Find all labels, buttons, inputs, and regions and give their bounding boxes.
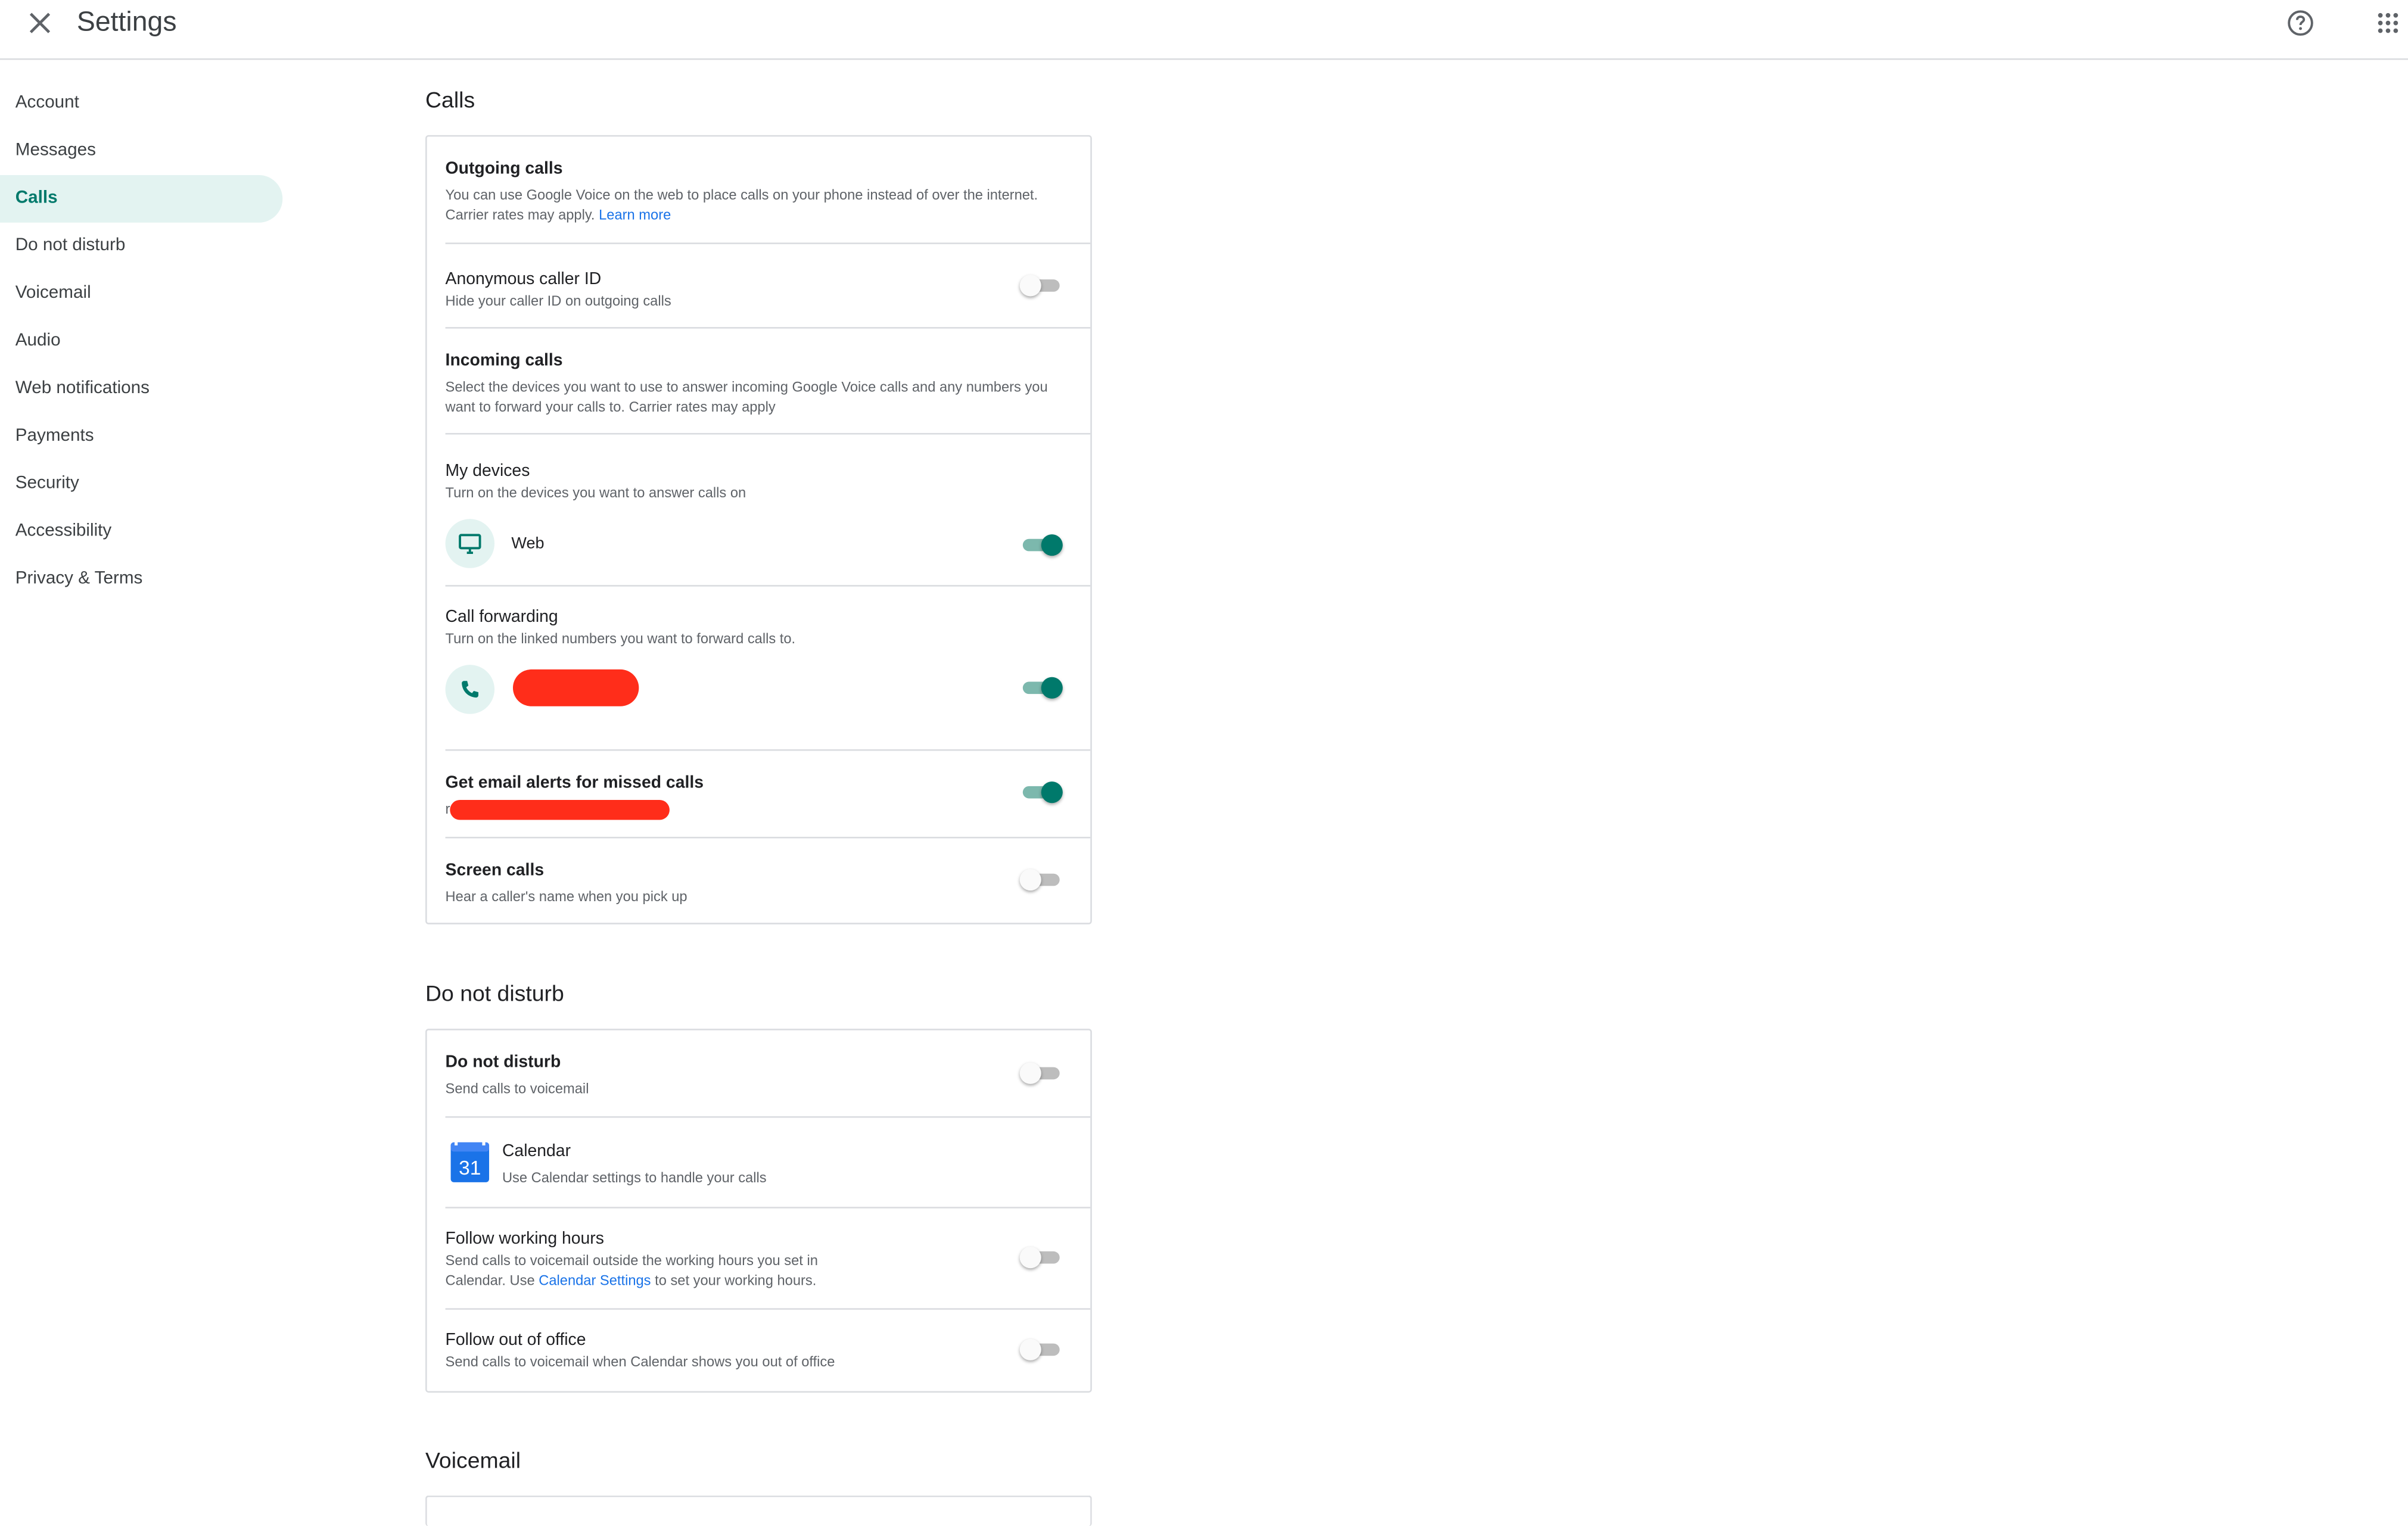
sidebar-item-account[interactable]: Account bbox=[0, 80, 282, 127]
voicemail-card bbox=[425, 1495, 1092, 1526]
working-hours-desc: Send calls to voicemail outside the work… bbox=[446, 1251, 876, 1290]
toggle-thumb bbox=[1019, 275, 1041, 297]
incoming-calls-row: Incoming calls Select the devices you wa… bbox=[445, 329, 1091, 435]
sidebar-item-payments[interactable]: Payments bbox=[0, 413, 282, 460]
email-alerts-title: Get email alerts for missed calls bbox=[445, 774, 704, 793]
email-alerts-toggle[interactable] bbox=[1020, 781, 1063, 804]
phone-icon bbox=[462, 681, 478, 698]
outgoing-calls-row: Outgoing calls You can use Google Voice … bbox=[445, 136, 1091, 244]
close-button[interactable] bbox=[21, 6, 58, 40]
calendar-title: Calendar bbox=[502, 1142, 571, 1161]
email-alerts-row: Get email alerts for missed calls r bbox=[445, 751, 1091, 839]
toggle-thumb bbox=[1019, 1247, 1041, 1269]
call-forwarding-desc: Turn on the linked numbers you want to f… bbox=[445, 631, 796, 647]
toggle-thumb bbox=[1019, 1062, 1041, 1084]
dnd-card: Do not disturb Send calls to voicemail 3… bbox=[425, 1029, 1092, 1393]
calls-card: Outgoing calls You can use Google Voice … bbox=[425, 135, 1092, 924]
outgoing-calls-title: Outgoing calls bbox=[445, 160, 563, 179]
call-forwarding-row: Call forwarding Turn on the linked numbe… bbox=[445, 587, 1091, 751]
working-hours-toggle[interactable] bbox=[1019, 1247, 1063, 1269]
dnd-row: Do not disturb Send calls to voicemail bbox=[445, 1030, 1091, 1118]
working-hours-desc-after: to set your working hours. bbox=[651, 1272, 817, 1288]
top-bar: Settings bbox=[0, 0, 2408, 60]
redacted-email-address bbox=[450, 800, 670, 820]
out-of-office-desc: Send calls to voicemail when Calendar sh… bbox=[445, 1354, 835, 1370]
calendar-settings-link[interactable]: Calendar Settings bbox=[539, 1272, 651, 1288]
sidebar-item-messages[interactable]: Messages bbox=[0, 127, 282, 175]
toggle-thumb bbox=[1041, 534, 1063, 556]
monitor-icon bbox=[459, 534, 481, 554]
working-hours-title: Follow working hours bbox=[445, 1229, 604, 1248]
outgoing-calls-desc: You can use Google Voice on the web to p… bbox=[446, 186, 1075, 224]
anonymous-caller-id-desc: Hide your caller ID on outgoing calls bbox=[445, 293, 671, 309]
outgoing-calls-desc-text: You can use Google Voice on the web to p… bbox=[445, 187, 1038, 222]
forwarding-icon-badge bbox=[445, 665, 495, 714]
calendar-row[interactable]: 31 Calendar Use Calendar settings to han… bbox=[445, 1118, 1091, 1209]
close-icon bbox=[29, 13, 51, 33]
my-devices-row: My devices Turn on the devices you want … bbox=[445, 435, 1091, 587]
toggle-thumb bbox=[1019, 1338, 1041, 1360]
settings-page: Settings Account Messages Calls Do not d… bbox=[0, 0, 2408, 1526]
toggle-thumb bbox=[1019, 869, 1041, 891]
apps-grid-icon bbox=[2378, 13, 2398, 33]
sidebar-item-do-not-disturb[interactable]: Do not disturb bbox=[0, 223, 282, 270]
calendar-desc: Use Calendar settings to handle your cal… bbox=[502, 1170, 767, 1186]
learn-more-link[interactable]: Learn more bbox=[599, 207, 671, 222]
help-button[interactable] bbox=[2283, 6, 2317, 40]
device-web-label: Web bbox=[511, 534, 545, 553]
toggle-thumb bbox=[1041, 781, 1063, 804]
sidebar-item-calls[interactable]: Calls bbox=[0, 175, 283, 223]
screen-calls-toggle[interactable] bbox=[1019, 869, 1063, 891]
out-of-office-title: Follow out of office bbox=[445, 1331, 586, 1350]
sidebar: Account Messages Calls Do not disturb Vo… bbox=[0, 80, 283, 603]
dnd-section-title: Do not disturb bbox=[425, 982, 564, 1008]
redacted-phone-number bbox=[512, 669, 639, 706]
screen-calls-row: Screen calls Hear a caller's name when y… bbox=[427, 838, 1091, 924]
call-forwarding-toggle[interactable] bbox=[1020, 677, 1063, 699]
toggle-thumb bbox=[1041, 677, 1063, 699]
anonymous-caller-id-toggle[interactable] bbox=[1019, 275, 1063, 297]
screen-calls-desc: Hear a caller's name when you pick up bbox=[445, 889, 687, 905]
screen-calls-title: Screen calls bbox=[445, 861, 545, 880]
apps-button[interactable] bbox=[2371, 6, 2405, 40]
calls-section-title: Calls bbox=[425, 89, 475, 114]
call-forwarding-title: Call forwarding bbox=[445, 608, 558, 627]
device-icon-badge bbox=[445, 519, 495, 568]
sidebar-item-audio[interactable]: Audio bbox=[0, 318, 282, 366]
out-of-office-row: Follow out of office Send calls to voice… bbox=[427, 1310, 1091, 1391]
page-title: Settings bbox=[76, 6, 177, 37]
sidebar-item-voicemail[interactable]: Voicemail bbox=[0, 270, 282, 318]
device-web-toggle[interactable] bbox=[1020, 534, 1063, 556]
dnd-title: Do not disturb bbox=[445, 1053, 561, 1072]
working-hours-row: Follow working hours Send calls to voice… bbox=[445, 1209, 1091, 1310]
incoming-calls-desc: Select the devices you want to use to an… bbox=[445, 379, 1048, 414]
out-of-office-toggle[interactable] bbox=[1019, 1338, 1063, 1360]
help-icon bbox=[2288, 10, 2313, 36]
anonymous-caller-id-row: Anonymous caller ID Hide your caller ID … bbox=[445, 244, 1091, 329]
my-devices-desc: Turn on the devices you want to answer c… bbox=[445, 485, 746, 501]
my-devices-title: My devices bbox=[445, 462, 530, 481]
calendar-icon: 31 bbox=[450, 1141, 490, 1184]
sidebar-item-security[interactable]: Security bbox=[0, 460, 282, 508]
voicemail-section-title: Voicemail bbox=[425, 1449, 521, 1474]
dnd-desc: Send calls to voicemail bbox=[445, 1080, 589, 1097]
sidebar-item-accessibility[interactable]: Accessibility bbox=[0, 508, 282, 556]
sidebar-item-web-notifications[interactable]: Web notifications bbox=[0, 366, 282, 413]
anonymous-caller-id-title: Anonymous caller ID bbox=[445, 270, 602, 289]
incoming-calls-title: Incoming calls bbox=[445, 351, 563, 370]
calendar-day-number: 31 bbox=[459, 1157, 481, 1179]
sidebar-item-privacy-terms[interactable]: Privacy & Terms bbox=[0, 556, 282, 603]
dnd-toggle[interactable] bbox=[1019, 1062, 1063, 1084]
